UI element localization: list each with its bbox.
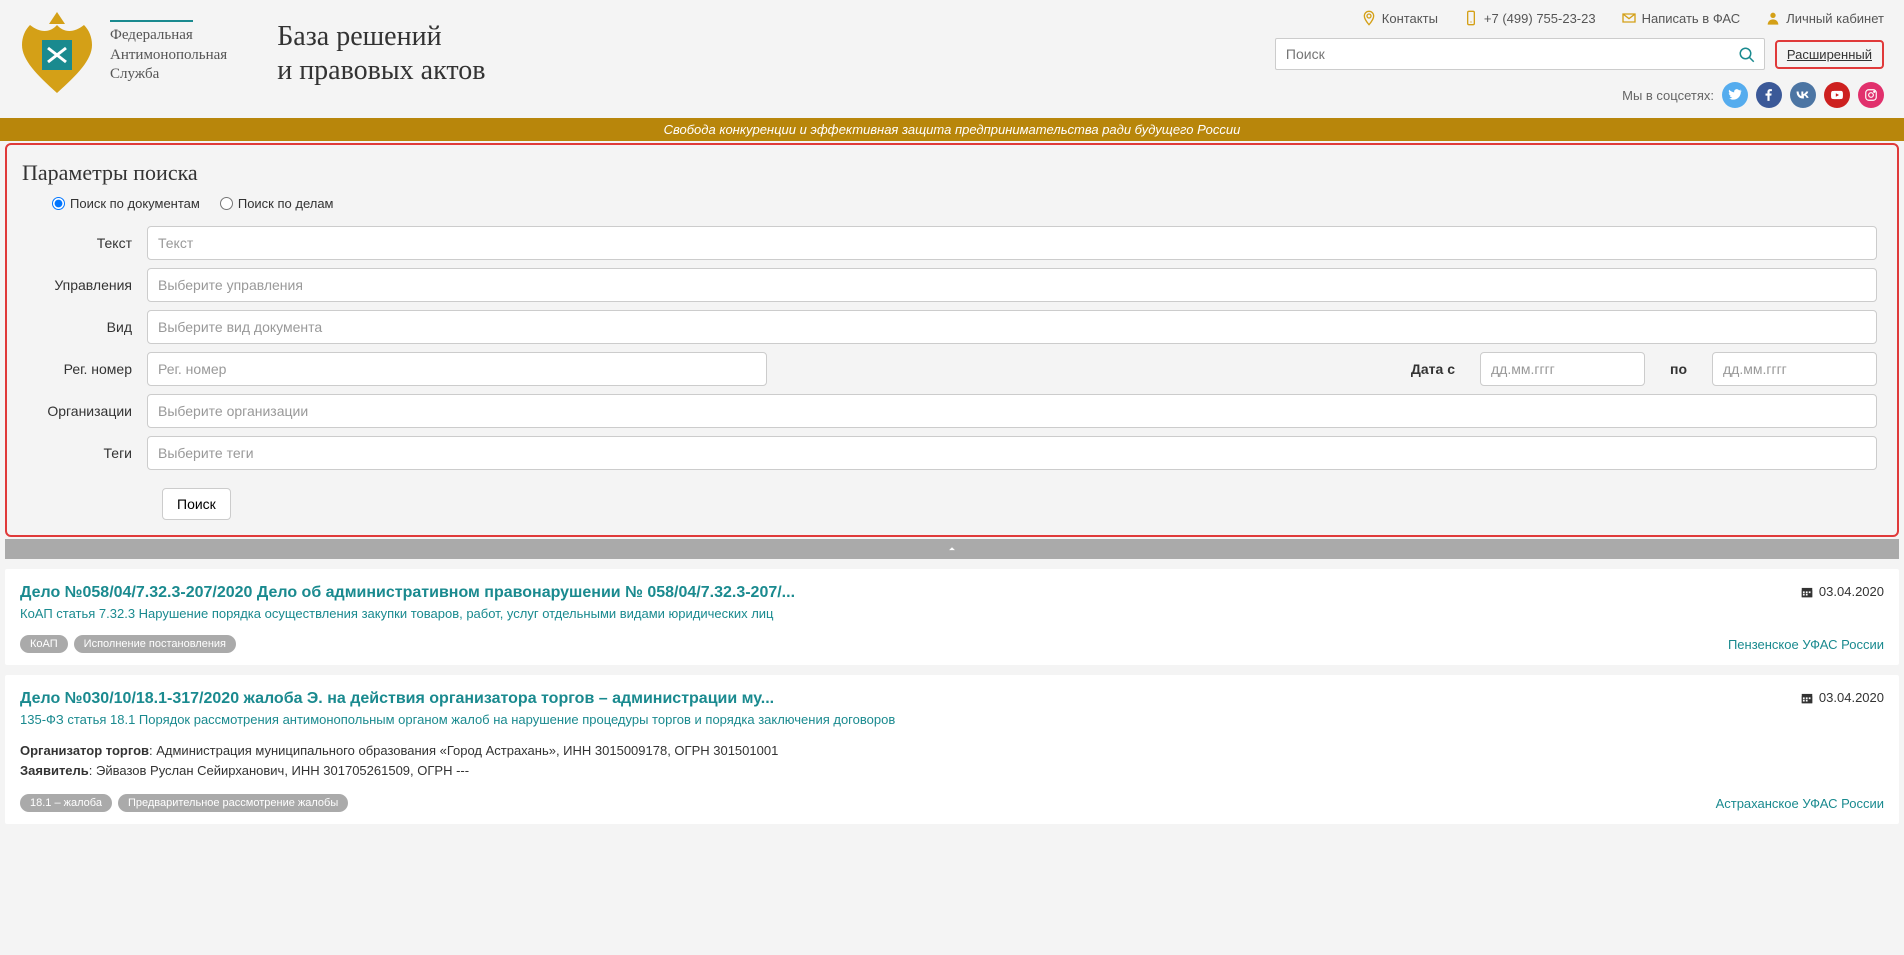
emblem-icon: [20, 10, 95, 95]
tag[interactable]: КоАП: [20, 635, 68, 653]
result-item: Дело №030/10/18.1-317/2020 жалоба Э. на …: [5, 675, 1899, 824]
motto-bar: Свобода конкуренции и эффективная защита…: [0, 118, 1904, 141]
result-date: 03.04.2020: [1800, 690, 1884, 705]
search-icon[interactable]: [1738, 46, 1756, 67]
header: Федеральная Антимонопольная Служба База …: [0, 0, 1904, 118]
advanced-search-link[interactable]: Расширенный: [1775, 40, 1884, 69]
radio-documents[interactable]: Поиск по документам: [52, 196, 200, 211]
label-text: Текст: [17, 235, 147, 251]
mail-icon: [1621, 10, 1637, 26]
label-kind: Вид: [17, 319, 147, 335]
label-reg: Рег. номер: [17, 361, 147, 377]
text-input[interactable]: [147, 226, 1877, 260]
calendar-icon: [1800, 691, 1814, 705]
pin-icon: [1361, 10, 1377, 26]
ufas-link[interactable]: Астраханское УФАС России: [1716, 796, 1884, 811]
twitter-icon[interactable]: [1722, 82, 1748, 108]
collapse-bar[interactable]: [5, 539, 1899, 559]
result-date: 03.04.2020: [1800, 584, 1884, 599]
search-button[interactable]: Поиск: [162, 488, 231, 520]
ufas-link[interactable]: Пензенское УФАС России: [1728, 637, 1884, 652]
user-icon: [1765, 10, 1781, 26]
phone-icon: [1463, 10, 1479, 26]
tag[interactable]: 18.1 – жалоба: [20, 794, 112, 812]
panel-title: Параметры поиска: [22, 160, 1877, 186]
service-name: Федеральная Антимонопольная Служба: [110, 20, 227, 85]
write-link[interactable]: Написать в ФАС: [1621, 10, 1741, 26]
result-tags: КоАП Исполнение постановления: [20, 635, 236, 653]
logo-block[interactable]: Федеральная Антимонопольная Служба: [20, 10, 227, 95]
result-item: Дело №058/04/7.32.3-207/2020 Дело об адм…: [5, 569, 1899, 665]
search-input[interactable]: [1286, 46, 1754, 62]
vk-icon[interactable]: [1790, 82, 1816, 108]
result-tags: 18.1 – жалоба Предварительное рассмотрени…: [20, 794, 348, 812]
dept-input[interactable]: [147, 268, 1877, 302]
kind-input[interactable]: [147, 310, 1877, 344]
facebook-icon[interactable]: [1756, 82, 1782, 108]
chevron-up-icon: [945, 542, 959, 556]
account-link[interactable]: Личный кабинет: [1765, 10, 1884, 26]
top-links: Контакты +7 (499) 755-23-23 Написать в Ф…: [1361, 10, 1884, 26]
tag[interactable]: Исполнение постановления: [74, 635, 236, 653]
phone-link[interactable]: +7 (499) 755-23-23: [1463, 10, 1596, 26]
tag[interactable]: Предварительное рассмотрение жалобы: [118, 794, 348, 812]
date-to-input[interactable]: [1712, 352, 1877, 386]
social-label: Мы в соцсетях:: [1622, 88, 1714, 103]
label-tags: Теги: [17, 445, 147, 461]
result-subtitle[interactable]: КоАП статья 7.32.3 Нарушение порядка осу…: [20, 606, 1884, 621]
result-title[interactable]: Дело №030/10/18.1-317/2020 жалоба Э. на …: [20, 690, 774, 708]
search-box[interactable]: [1275, 38, 1765, 70]
radio-cases[interactable]: Поиск по делам: [220, 196, 334, 211]
instagram-icon[interactable]: [1858, 82, 1884, 108]
label-date-from: Дата с: [1411, 361, 1455, 377]
contacts-link[interactable]: Контакты: [1361, 10, 1438, 26]
youtube-icon[interactable]: [1824, 82, 1850, 108]
reg-input[interactable]: [147, 352, 767, 386]
org-input[interactable]: [147, 394, 1877, 428]
tags-input[interactable]: [147, 436, 1877, 470]
label-org: Организации: [17, 403, 147, 419]
result-body: Организатор торгов: Администрация муници…: [20, 741, 1884, 780]
result-subtitle[interactable]: 135-ФЗ статья 18.1 Порядок рассмотрения …: [20, 712, 1884, 727]
result-title[interactable]: Дело №058/04/7.32.3-207/2020 Дело об адм…: [20, 584, 795, 602]
page-title: База решений и правовых актов: [277, 20, 485, 87]
social-row: Мы в соцсетях:: [1622, 82, 1884, 108]
label-dept: Управления: [17, 277, 147, 293]
calendar-icon: [1800, 585, 1814, 599]
label-date-to: по: [1670, 361, 1687, 377]
date-from-input[interactable]: [1480, 352, 1645, 386]
search-panel: Параметры поиска Поиск по документам Пои…: [5, 143, 1899, 537]
